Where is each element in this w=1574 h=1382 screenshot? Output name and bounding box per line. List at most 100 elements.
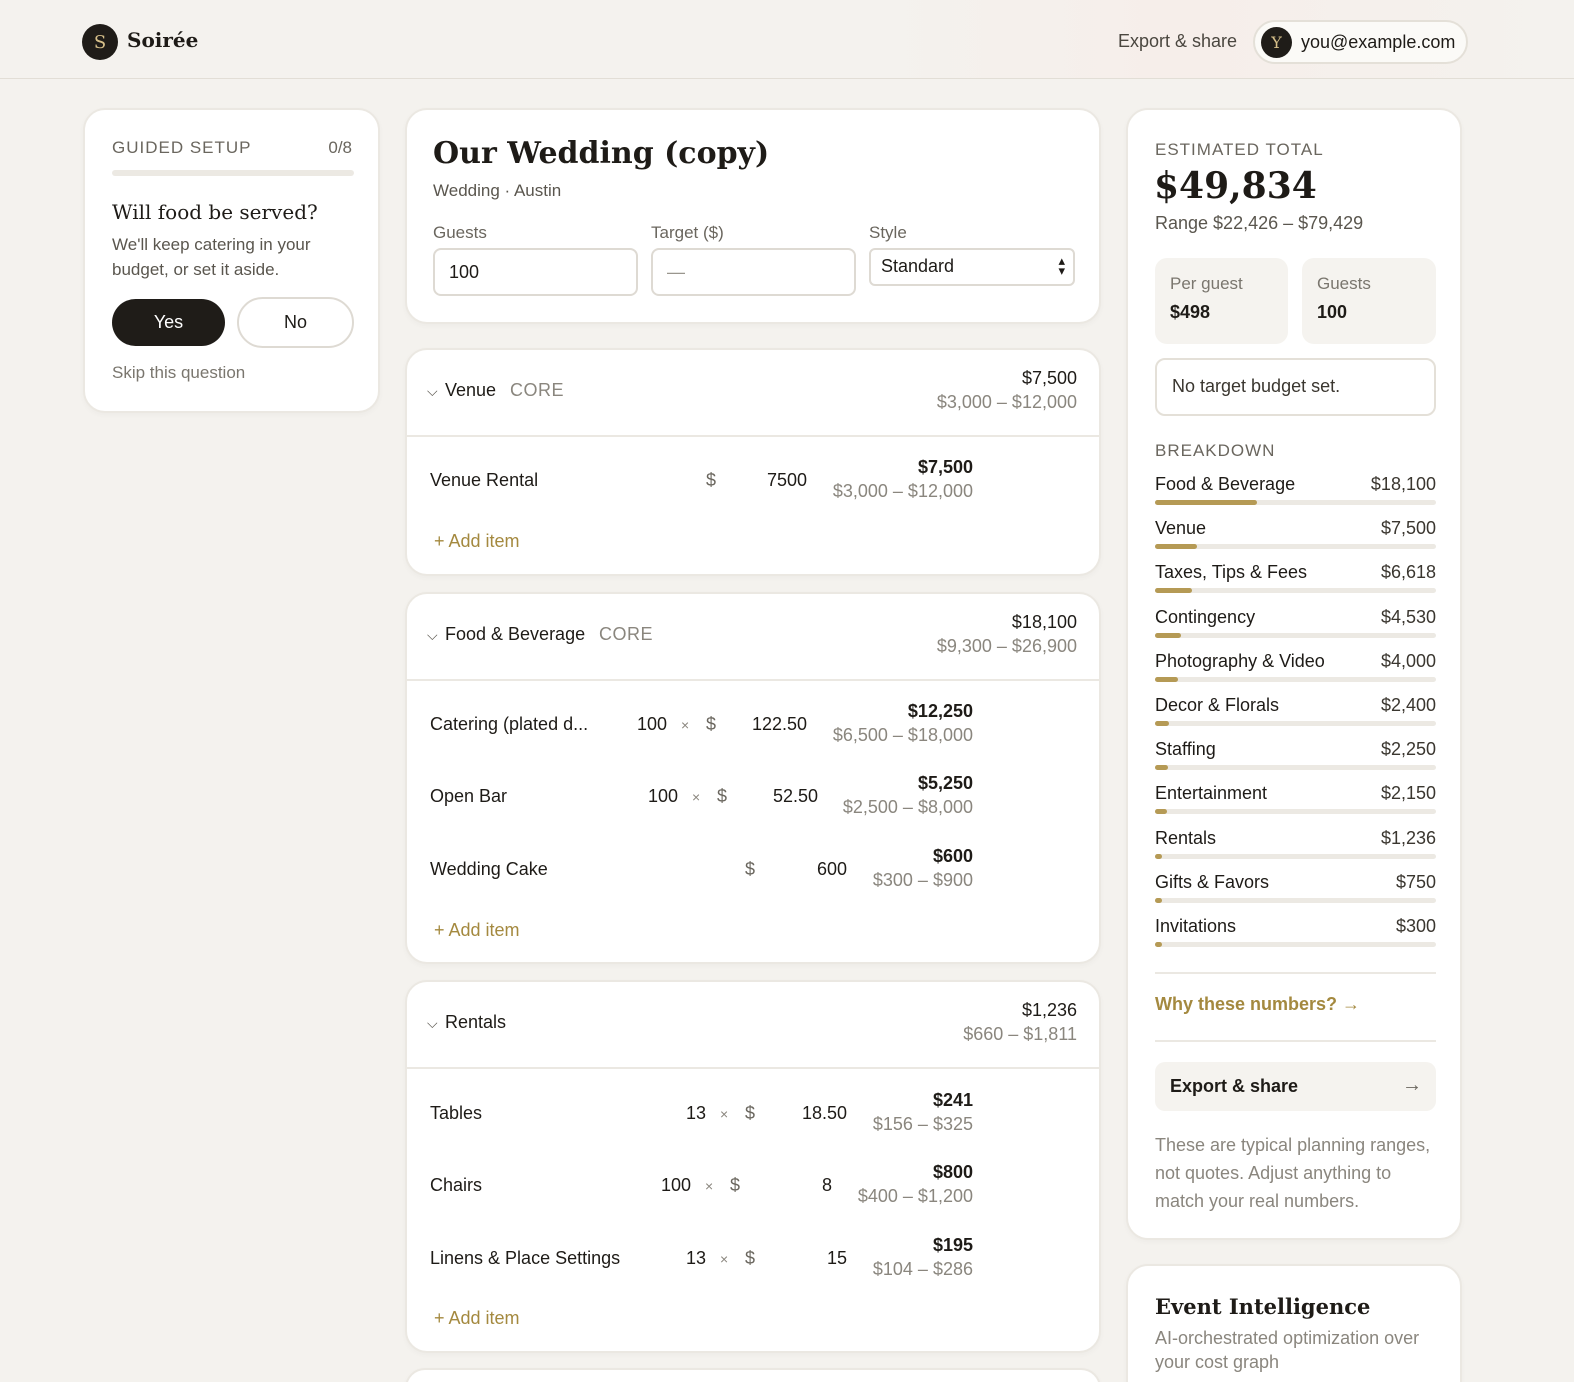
category-tag: CORE [510,380,565,400]
line-item-price[interactable]: 52.50 [758,786,818,807]
line-item-name[interactable]: Venue Rental [430,470,538,491]
breakdown-row: Taxes, Tips & Fees $6,618 [1155,562,1436,602]
category-total: $7,500 [1021,368,1077,388]
line-item-range: $300 – $900 [872,870,973,890]
category-card-next [405,1368,1101,1382]
breakdown-row: Rentals $1,236 [1155,828,1436,868]
guided-setup-card: GUIDED SETUP 0/8 Will food be served? We… [83,108,380,413]
breakdown-label: BREAKDOWN [1155,441,1276,460]
breakdown-bar-track [1155,721,1436,726]
line-item-qty[interactable]: 13 [666,1103,706,1124]
line-item-price[interactable]: 122.50 [737,714,807,735]
per-guest-value: $498 [1170,302,1211,322]
line-item-total: $5,250 [917,773,973,793]
event-details-card: Our Wedding (copy) Wedding · Austin Gues… [405,108,1101,324]
category-header[interactable]: ⌵ Food & Beverage CORE $18,100 $9,300 – … [407,594,1099,681]
estimated-total-label: ESTIMATED TOTAL [1155,140,1324,159]
line-item-price[interactable]: 18.50 [777,1103,847,1124]
currency-symbol: $ [730,1175,741,1195]
why-these-numbers-link[interactable]: Why these numbers? → [1155,994,1360,1015]
breakdown-row: Entertainment $2,150 [1155,783,1436,823]
per-guest-label: Per guest [1170,274,1243,293]
breakdown-row: Invitations $300 [1155,916,1436,956]
currency-symbol: $ [745,1248,756,1268]
breakdown-bar-track [1155,588,1436,594]
add-item-button[interactable]: + Add item [434,920,520,941]
line-item-name[interactable]: Tables [430,1103,482,1124]
line-item-name[interactable]: Linens & Place Settings [430,1248,620,1269]
user-menu-button[interactable]: Y you@example.com [1253,20,1468,64]
target-label: Target ($) [651,223,724,242]
style-select[interactable]: Standard ▴ ▾ [869,248,1075,286]
chevron-down-icon[interactable]: ⌵ [427,627,438,644]
line-item-price[interactable]: 7500 [747,470,807,491]
no-button[interactable]: No [237,297,354,348]
guests-stat: Guests 100 [1302,258,1436,344]
category-name: Rentals [445,1012,507,1032]
disclaimer-text: These are typical planning ranges, not q… [1155,1135,1431,1211]
per-guest-stat: Per guest $498 [1155,258,1288,344]
line-item-total: $800 [932,1162,973,1182]
chevron-down-icon[interactable]: ⌵ [427,383,438,400]
line-item-total: $241 [932,1090,973,1110]
target-input[interactable]: — [651,248,856,296]
estimated-total-value: $49,834 [1154,165,1317,207]
breakdown-value: $18,100 [1370,474,1436,494]
add-item-button[interactable]: + Add item [434,531,520,552]
breakdown-row: Contingency $4,530 [1155,607,1436,647]
times-icon: × [692,789,701,805]
category-header[interactable]: ⌵ Venue CORE $7,500 $3,000 – $12,000 [407,350,1099,437]
times-icon: × [705,1178,714,1194]
chevron-down-icon[interactable]: ⌵ [427,1015,438,1032]
breakdown-bar-fill [1155,809,1168,815]
yes-button[interactable]: Yes [112,299,225,346]
line-item-price[interactable]: 15 [802,1248,847,1269]
line-item-qty[interactable]: 100 [638,786,678,807]
times-icon: × [720,1106,729,1122]
summary-card: ESTIMATED TOTAL $49,834 Range $22,426 – … [1126,108,1462,1240]
export-share-button[interactable]: Export & share → [1155,1062,1436,1111]
guided-setup-question: Will food be served? [112,200,318,224]
line-item-total: $12,250 [907,701,973,721]
line-item-name[interactable]: Open Bar [430,786,507,807]
line-item-qty[interactable]: 100 [651,1175,691,1196]
breakdown-bar-fill [1155,942,1163,947]
style-label: Style [869,223,907,242]
line-item-price[interactable]: 8 [787,1175,832,1196]
breakdown-bar-track [1155,897,1436,903]
line-item-price[interactable]: 600 [797,859,847,880]
breakdown-bar-fill [1155,853,1163,859]
breakdown-value: $300 [1395,916,1436,936]
skip-question-link[interactable]: Skip this question [112,363,245,383]
line-item-qty[interactable]: 100 [627,714,667,735]
breakdown-row: Food & Beverage $18,100 [1155,474,1436,514]
target-budget-note[interactable]: No target budget set. [1155,358,1436,416]
event-intelligence-card: Event Intelligence AI-orchestrated optim… [1126,1264,1462,1382]
breakdown-bar-track [1155,632,1436,638]
breakdown-bar-fill [1155,500,1258,505]
line-item-name[interactable]: Chairs [430,1175,482,1196]
line-item-qty[interactable]: 13 [666,1248,706,1269]
breakdown-row: Gifts & Favors $750 [1155,872,1436,912]
guests-stat-label: Guests [1317,274,1371,293]
header-export-link[interactable]: Export & share [1118,31,1237,52]
add-item-button[interactable]: + Add item [434,1308,520,1329]
currency-symbol: $ [745,859,756,879]
breakdown-bar-fill [1155,632,1181,638]
currency-symbol: $ [706,714,717,734]
event-title[interactable]: Our Wedding (copy) [433,136,769,171]
brand-name[interactable]: Soirée [127,28,198,52]
category-header[interactable]: ⌵ Rentals $1,236 $660 – $1,811 [407,982,1099,1069]
category-name: Venue [445,380,497,400]
breakdown-row: Staffing $2,250 [1155,739,1436,779]
breakdown-value: $750 [1395,871,1436,892]
breakdown-name: Taxes, Tips & Fees [1155,562,1308,583]
breakdown-row: Decor & Florals $2,400 [1155,695,1436,735]
event-subtitle: Wedding · Austin [433,181,562,200]
line-item-name[interactable]: Catering (plated d... [430,714,588,735]
export-share-label: Export & share [1170,1076,1299,1096]
line-item-range: $400 – $1,200 [857,1186,973,1206]
category-card-food-beverage: ⌵ Food & Beverage CORE $18,100 $9,300 – … [405,592,1101,964]
line-item-name[interactable]: Wedding Cake [430,859,548,880]
guests-input[interactable]: 100 [433,248,638,296]
